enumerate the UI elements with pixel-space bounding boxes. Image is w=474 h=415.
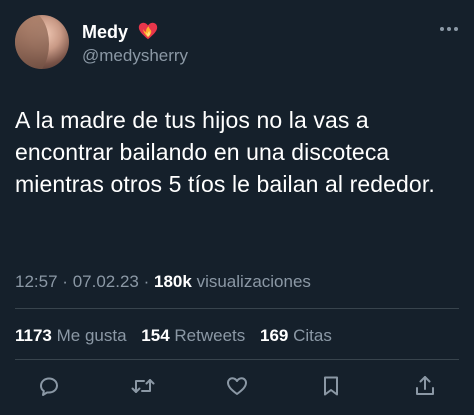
likes-label: Me gusta	[56, 326, 127, 345]
views-label: visualizaciones	[196, 272, 311, 291]
bookmark-icon[interactable]	[318, 373, 344, 399]
views-count: 180k	[154, 272, 192, 291]
author-handle[interactable]: @medysherry	[82, 45, 188, 67]
engagement-stats: 1173 Me gusta 154 Retweets 169 Citas	[15, 324, 342, 348]
meta-separator: ·	[62, 272, 68, 291]
retweets-label: Retweets	[174, 326, 246, 345]
tweet-text: A la madre de tus hijos no la vas a enco…	[15, 107, 435, 197]
heart-on-fire-icon	[138, 22, 158, 40]
quotes-count: 169	[260, 326, 289, 345]
retweets-count: 154	[141, 326, 170, 345]
likes-count: 1173	[15, 326, 52, 345]
more-options-icon[interactable]	[438, 22, 460, 36]
likes-stat[interactable]: 1173 Me gusta	[15, 326, 131, 345]
tweet-date[interactable]: 07.02.23	[73, 272, 139, 291]
avatar[interactable]	[15, 15, 69, 69]
like-icon[interactable]	[224, 373, 250, 399]
retweet-icon[interactable]	[130, 373, 156, 399]
meta-separator: ·	[143, 272, 150, 291]
quotes-stat[interactable]: 169 Citas	[260, 326, 332, 345]
divider	[15, 308, 459, 309]
tweet-time[interactable]: 12:57	[15, 272, 58, 291]
action-bar	[36, 372, 438, 400]
author-name[interactable]: Medy	[82, 21, 128, 43]
quotes-label: Citas	[293, 326, 332, 345]
reply-icon[interactable]	[36, 373, 62, 399]
share-icon[interactable]	[412, 373, 438, 399]
tweet-meta: 12:57 · 07.02.23 · 180k visualizaciones	[15, 270, 311, 294]
divider	[15, 359, 459, 360]
retweets-stat[interactable]: 154 Retweets	[141, 326, 250, 345]
